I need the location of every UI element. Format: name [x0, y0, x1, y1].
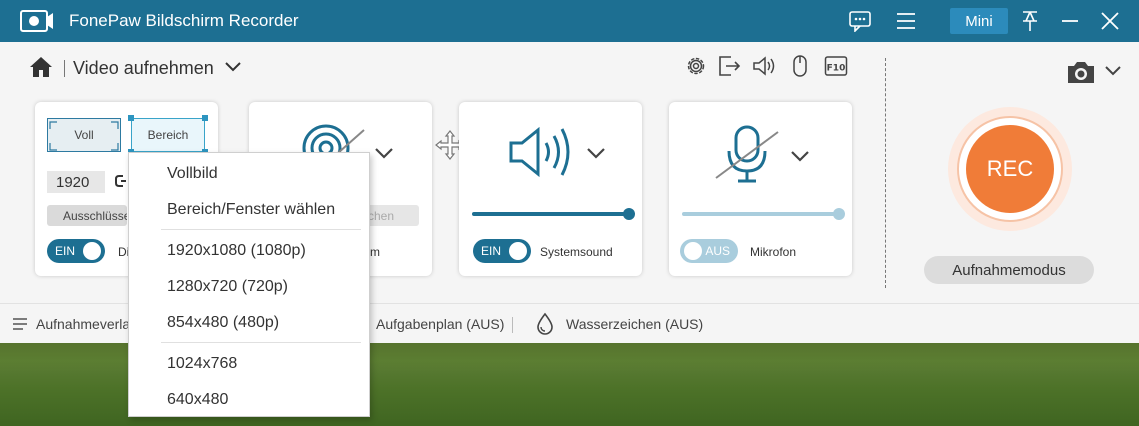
microphone-volume-slider[interactable]	[682, 212, 839, 216]
mouse-icon[interactable]	[788, 54, 812, 78]
webcam-chevron-icon[interactable]	[373, 145, 395, 161]
list-icon	[13, 318, 27, 330]
region-label: Bereich	[147, 128, 189, 142]
full-screen-frame-icon	[49, 121, 119, 151]
gear-icon[interactable]	[684, 54, 708, 78]
recording-history-link[interactable]: Aufnahmeverlauf	[36, 316, 142, 332]
task-schedule-link[interactable]: Aufgabenplan (AUS)	[376, 316, 504, 332]
microphone-off-icon[interactable]	[712, 124, 782, 184]
home-icon[interactable]	[29, 56, 53, 78]
system-sound-label: Systemsound	[540, 245, 613, 259]
display-toggle[interactable]: EIN	[47, 239, 105, 263]
recording-mode-button[interactable]: Aufnahmemodus	[924, 256, 1094, 284]
slider-knob[interactable]	[833, 208, 845, 220]
menu-separator	[161, 229, 361, 230]
menu-item-640x480[interactable]: 640x480	[167, 391, 228, 409]
menu-item-1024x768[interactable]: 1024x768	[167, 355, 237, 373]
chat-icon[interactable]	[847, 8, 873, 34]
pin-icon[interactable]	[1017, 8, 1043, 34]
menu-item-480p[interactable]: 854x480 (480p)	[167, 314, 279, 332]
divider	[885, 58, 886, 288]
menu-item-full-screen[interactable]: Vollbild	[167, 165, 218, 183]
toggle-knob	[83, 242, 101, 260]
microphone-label: Mikrofon	[750, 245, 797, 259]
width-input[interactable]: 1920	[47, 171, 105, 193]
system-sound-toggle-label: EIN	[481, 244, 502, 258]
exclude-button[interactable]: Ausschlüsse	[47, 205, 127, 226]
webcam-label: m	[370, 245, 380, 259]
watermark-link[interactable]: Wasserzeichen (AUS)	[566, 316, 703, 332]
menu-item-select-region[interactable]: Bereich/Fenster wählen	[167, 201, 335, 219]
rec-ring: REC	[948, 107, 1072, 231]
microphone-chevron-icon[interactable]	[789, 148, 811, 164]
system-sound-icon[interactable]	[508, 125, 572, 179]
toggle-knob	[684, 242, 702, 260]
camera-chevron-icon[interactable]	[1104, 64, 1122, 78]
app-logo-icon	[20, 10, 53, 32]
title-bar: FonePaw Bildschirm Recorder Mini	[0, 0, 1139, 42]
hotkey-icon[interactable]: F10	[824, 54, 848, 78]
separator	[512, 317, 513, 333]
toggle-knob	[509, 242, 527, 260]
microphone-toggle[interactable]: AUS	[680, 239, 738, 263]
minimize-icon[interactable]	[1057, 8, 1083, 34]
link-icon[interactable]	[114, 173, 128, 189]
close-icon[interactable]	[1097, 8, 1123, 34]
svg-text:F10: F10	[827, 64, 846, 74]
slider-knob[interactable]	[623, 208, 635, 220]
resolution-dropdown-menu: Vollbild Bereich/Fenster wählen 1920x108…	[128, 152, 370, 417]
rec-ring-inner: REC	[957, 116, 1063, 222]
region-handle	[128, 115, 134, 121]
region-button[interactable]: Bereich	[131, 118, 205, 152]
menu-separator	[161, 342, 361, 343]
system-sound-chevron-icon[interactable]	[585, 145, 607, 161]
system-sound-volume-slider[interactable]	[472, 212, 629, 216]
system-sound-toggle[interactable]: EIN	[473, 239, 531, 263]
menu-item-1080p[interactable]: 1920x1080 (1080p)	[167, 242, 306, 260]
display-toggle-label: EIN	[55, 244, 76, 258]
rec-button[interactable]: REC	[966, 125, 1054, 213]
camera-icon[interactable]	[1066, 59, 1096, 85]
mode-title: Video aufnehmen	[73, 58, 214, 78]
app-title: FonePaw Bildschirm Recorder	[69, 11, 299, 30]
microphone-toggle-label: AUS	[705, 244, 730, 258]
chevron-down-icon[interactable]	[224, 60, 242, 74]
menu-icon[interactable]	[893, 8, 919, 34]
export-icon[interactable]	[717, 54, 741, 78]
mini-button[interactable]: Mini	[950, 8, 1008, 34]
menu-item-720p[interactable]: 1280x720 (720p)	[167, 278, 288, 296]
region-handle	[202, 115, 208, 121]
watermark-icon	[537, 312, 553, 335]
speaker-icon[interactable]	[752, 54, 776, 78]
separator	[64, 60, 65, 77]
